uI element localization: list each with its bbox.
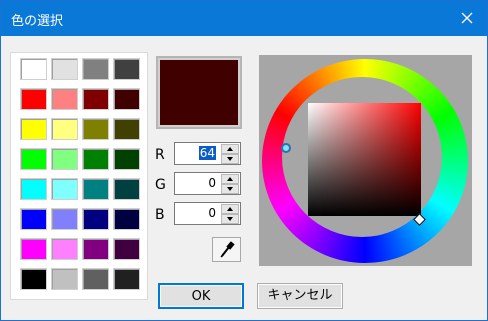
color-swatch-grid	[10, 52, 148, 300]
down-arrow-icon	[227, 217, 233, 221]
color-wheel-picker[interactable]	[259, 55, 472, 266]
color-swatch[interactable]	[51, 148, 78, 170]
blue-spin-input[interactable]: 0	[174, 202, 241, 225]
blue-label: B	[155, 207, 165, 223]
hue-handle[interactable]	[281, 143, 291, 153]
close-button[interactable]	[457, 8, 477, 28]
color-swatch[interactable]	[20, 58, 47, 80]
eyedropper-icon	[220, 241, 235, 258]
color-swatch[interactable]	[51, 268, 78, 290]
color-swatch[interactable]	[51, 238, 78, 260]
current-color-preview	[156, 56, 242, 129]
color-swatch[interactable]	[82, 178, 109, 200]
color-swatch[interactable]	[20, 88, 47, 110]
up-arrow-icon	[227, 207, 233, 211]
dialog-body: R 64 G 0 B 0 OK キャンセル	[1, 36, 487, 320]
color-swatch[interactable]	[113, 58, 140, 80]
color-swatch[interactable]	[113, 208, 140, 230]
up-arrow-icon	[227, 177, 233, 181]
color-swatch[interactable]	[51, 118, 78, 140]
color-swatch[interactable]	[20, 118, 47, 140]
color-swatch[interactable]	[20, 148, 47, 170]
color-swatch[interactable]	[82, 238, 109, 260]
color-swatch[interactable]	[82, 58, 109, 80]
color-swatch[interactable]	[20, 238, 47, 260]
color-swatch[interactable]	[113, 238, 140, 260]
color-swatch[interactable]	[82, 148, 109, 170]
color-swatch[interactable]	[82, 268, 109, 290]
color-swatch[interactable]	[82, 118, 109, 140]
current-color-fill	[160, 60, 238, 125]
close-icon	[461, 12, 473, 24]
color-picker-dialog: 色の選択 R 64 G 0 B 0 OK キャンセル	[0, 0, 488, 321]
green-spin-input[interactable]: 0	[174, 172, 241, 195]
color-swatch[interactable]	[113, 88, 140, 110]
color-swatch[interactable]	[20, 208, 47, 230]
green-increment-button[interactable]	[221, 174, 239, 184]
title-bar: 色の選択	[1, 1, 487, 36]
color-swatch[interactable]	[51, 208, 78, 230]
green-label: G	[155, 177, 166, 193]
cancel-button[interactable]: キャンセル	[257, 283, 343, 309]
red-decrement-button[interactable]	[221, 154, 239, 164]
color-swatch[interactable]	[113, 118, 140, 140]
blue-decrement-button[interactable]	[221, 214, 239, 224]
dialog-title: 色の選択	[11, 14, 64, 29]
up-arrow-icon	[227, 147, 233, 151]
color-swatch[interactable]	[51, 178, 78, 200]
green-decrement-button[interactable]	[221, 184, 239, 194]
eyedropper-button[interactable]	[212, 237, 241, 262]
red-value[interactable]: 64	[198, 146, 216, 160]
color-swatch[interactable]	[113, 178, 140, 200]
blue-increment-button[interactable]	[221, 204, 239, 214]
color-swatch[interactable]	[20, 178, 47, 200]
cancel-button-label: キャンセル	[267, 288, 333, 303]
color-swatch[interactable]	[113, 148, 140, 170]
ok-button-label: OK	[191, 289, 211, 304]
color-swatch[interactable]	[51, 58, 78, 80]
color-swatch[interactable]	[51, 88, 78, 110]
color-swatch[interactable]	[82, 208, 109, 230]
color-swatch[interactable]	[82, 88, 109, 110]
color-swatch[interactable]	[113, 268, 140, 290]
ok-button[interactable]: OK	[158, 283, 244, 309]
down-arrow-icon	[227, 187, 233, 191]
saturation-value-square[interactable]	[308, 103, 421, 216]
down-arrow-icon	[227, 157, 233, 161]
red-spin-input[interactable]: 64	[174, 142, 241, 165]
color-swatch[interactable]	[20, 268, 47, 290]
red-increment-button[interactable]	[221, 144, 239, 154]
green-value[interactable]: 0	[208, 176, 216, 190]
blue-value[interactable]: 0	[208, 206, 216, 220]
red-label: R	[155, 147, 165, 163]
